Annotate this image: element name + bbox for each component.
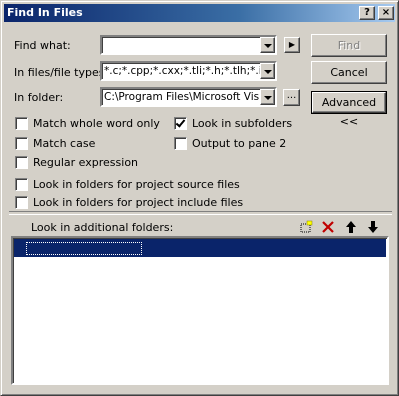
project-source-label: Look in folders for project source files [33, 178, 240, 191]
match-whole-word-checkbox[interactable] [15, 117, 28, 130]
match-case-label: Match case [33, 137, 96, 150]
find-what-label: Find what: [14, 39, 71, 52]
move-up-icon[interactable] [344, 220, 358, 234]
additional-folders-list[interactable] [11, 236, 389, 385]
find-in-files-dialog: Find In Files ? × Find what: ▶ In files/… [0, 0, 399, 396]
move-down-icon[interactable] [366, 220, 380, 234]
in-folder-dropdown-arrow-icon[interactable] [260, 89, 275, 105]
in-folder-value: C:\Program Files\Microsoft Visual Studio [104, 91, 275, 103]
close-button[interactable]: × [378, 6, 394, 20]
file-types-combo[interactable]: *.c;*.cpp;*.cxx;*.tli;*.h;*.tlh;*.inl;*.… [100, 61, 277, 81]
new-entry-edit-field[interactable] [26, 242, 142, 255]
file-types-dropdown-arrow-icon[interactable] [260, 63, 275, 79]
title-bar: Find In Files ? × [4, 4, 395, 22]
project-include-checkbox[interactable] [15, 196, 28, 209]
in-folder-label: In folder: [14, 91, 64, 104]
regular-expression-label: Regular expression [33, 156, 139, 169]
section-divider [9, 211, 392, 215]
file-types-value: *.c;*.cpp;*.cxx;*.tli;*.h;*.tlh;*.inl;*.… [104, 65, 277, 77]
dialog-title: Find In Files [7, 6, 83, 19]
project-include-label: Look in folders for project include file… [33, 196, 244, 209]
help-button[interactable]: ? [359, 6, 375, 20]
regex-menu-button[interactable]: ▶ [284, 37, 300, 53]
delete-icon[interactable] [321, 220, 335, 234]
find-button[interactable]: Find [311, 34, 387, 57]
regular-expression-checkbox[interactable] [15, 156, 28, 169]
file-types-label: In files/file types: [14, 66, 109, 79]
new-folder-icon[interactable] [299, 220, 313, 234]
cancel-button[interactable]: Cancel [311, 61, 387, 84]
find-what-combo[interactable] [100, 35, 277, 55]
look-in-subfolders-label: Look in subfolders [192, 117, 293, 130]
match-case-checkbox[interactable] [15, 137, 28, 150]
list-item[interactable] [14, 239, 386, 257]
match-whole-word-label: Match whole word only [33, 117, 160, 130]
advanced-button[interactable]: Advanced << [311, 91, 387, 128]
browse-folder-button[interactable]: ... [283, 89, 300, 106]
in-folder-combo[interactable]: C:\Program Files\Microsoft Visual Studio [100, 87, 277, 107]
additional-folders-label: Look in additional folders: [31, 221, 174, 234]
find-what-dropdown-arrow-icon[interactable] [260, 37, 275, 53]
output-pane2-label: Output to pane 2 [192, 137, 287, 150]
project-source-checkbox[interactable] [15, 178, 28, 191]
output-pane2-checkbox[interactable] [174, 137, 187, 150]
look-in-subfolders-checkbox[interactable] [174, 117, 187, 130]
